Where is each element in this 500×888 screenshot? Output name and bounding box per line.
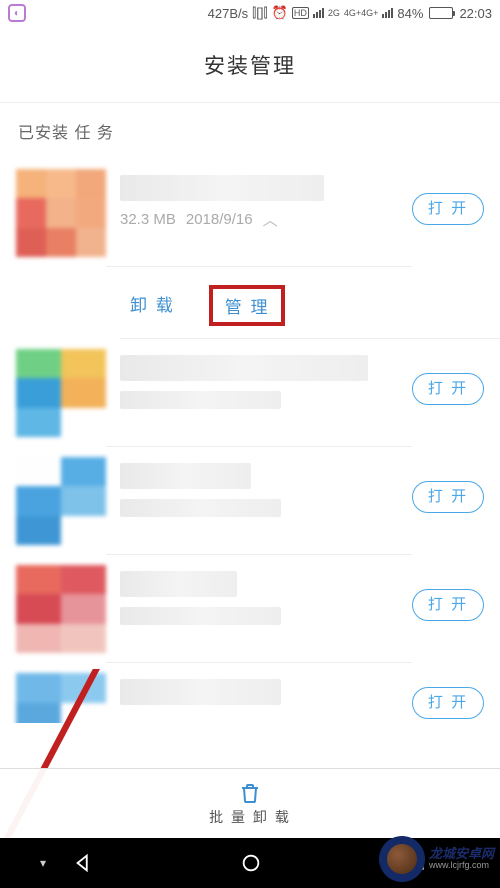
section-installed-title: 已安装 任 务 [0,103,500,159]
net-2g: 2G [328,8,340,18]
battery-pct: 84% [397,6,423,21]
uninstall-button[interactable]: 卸 载 [130,291,175,320]
open-button[interactable]: 打 开 [412,589,484,621]
android-status-bar: ◐ 427B/s ⫿[]⫿ ⏰ HD 2G 4G+4G+ 84% 22:03 [0,0,500,26]
batch-uninstall-label: 批 量 卸 载 [209,807,291,827]
net-speed: 427B/s [208,6,248,21]
nav-expand-icon[interactable]: ▾ [40,856,46,870]
battery-icon [429,7,453,19]
app-date: 2018/9/16 [186,211,253,228]
app-icon [16,565,106,653]
status-indicators: 427B/s ⫿[]⫿ ⏰ HD 2G 4G+4G+ 84% 22:03 [208,5,492,21]
app-icon [16,169,106,257]
trash-icon [238,781,262,805]
watermark-url: www.lcjrfg.com [429,861,494,871]
watermark-logo-icon [379,836,425,882]
app-name [120,571,237,597]
app-name [120,679,281,705]
manage-label: 管 理 [225,298,270,317]
app-name [120,463,251,489]
open-button[interactable]: 打 开 [412,687,484,719]
vibrate-icon: ⫿[]⫿ [252,5,268,21]
gallery-icon: ◐ [8,4,26,22]
signal-2g-icon [313,8,324,18]
alarm-icon: ⏰ [272,5,288,21]
app-row[interactable]: 打 开 [0,447,500,555]
app-meta: 32.3 MB 2018/9/16 ︿ [120,209,412,230]
app-row[interactable]: 打 开 [0,663,500,723]
highlight-annotation: 管 理 [209,285,286,326]
manage-button[interactable]: 管 理 [223,291,272,320]
app-meta-blur [120,499,281,517]
app-icon [16,349,106,437]
batch-uninstall-bar[interactable]: 批 量 卸 载 [0,768,500,838]
page-title: 安装管理 [0,26,500,103]
app-row[interactable]: 32.3 MB 2018/9/16 ︿ 打 开 [0,159,500,267]
app-icon [16,457,106,545]
chevron-up-icon[interactable]: ︿ [263,209,278,230]
net-4g: 4G+4G+ [344,8,379,18]
watermark: 龙城安卓网 www.lcjrfg.com [379,836,494,882]
watermark-title: 龙城安卓网 [429,847,494,861]
app-meta-blur [120,607,281,625]
nav-back-icon[interactable] [73,852,95,874]
app-size: 32.3 MB [120,211,176,228]
app-row[interactable]: 打 开 [0,339,500,447]
nav-home-icon[interactable] [240,852,262,874]
hd-icon: HD [292,7,309,19]
app-name [120,355,368,381]
app-row[interactable]: 打 开 [0,555,500,663]
clock: 22:03 [459,6,492,21]
app-meta-blur [120,391,281,409]
signal-4g-icon [382,8,393,18]
app-icon [16,673,106,723]
open-button[interactable]: 打 开 [412,193,484,225]
open-button[interactable]: 打 开 [412,481,484,513]
app-name [120,175,324,201]
open-button[interactable]: 打 开 [412,373,484,405]
app-actions: 卸 载 管 理 [0,267,500,338]
